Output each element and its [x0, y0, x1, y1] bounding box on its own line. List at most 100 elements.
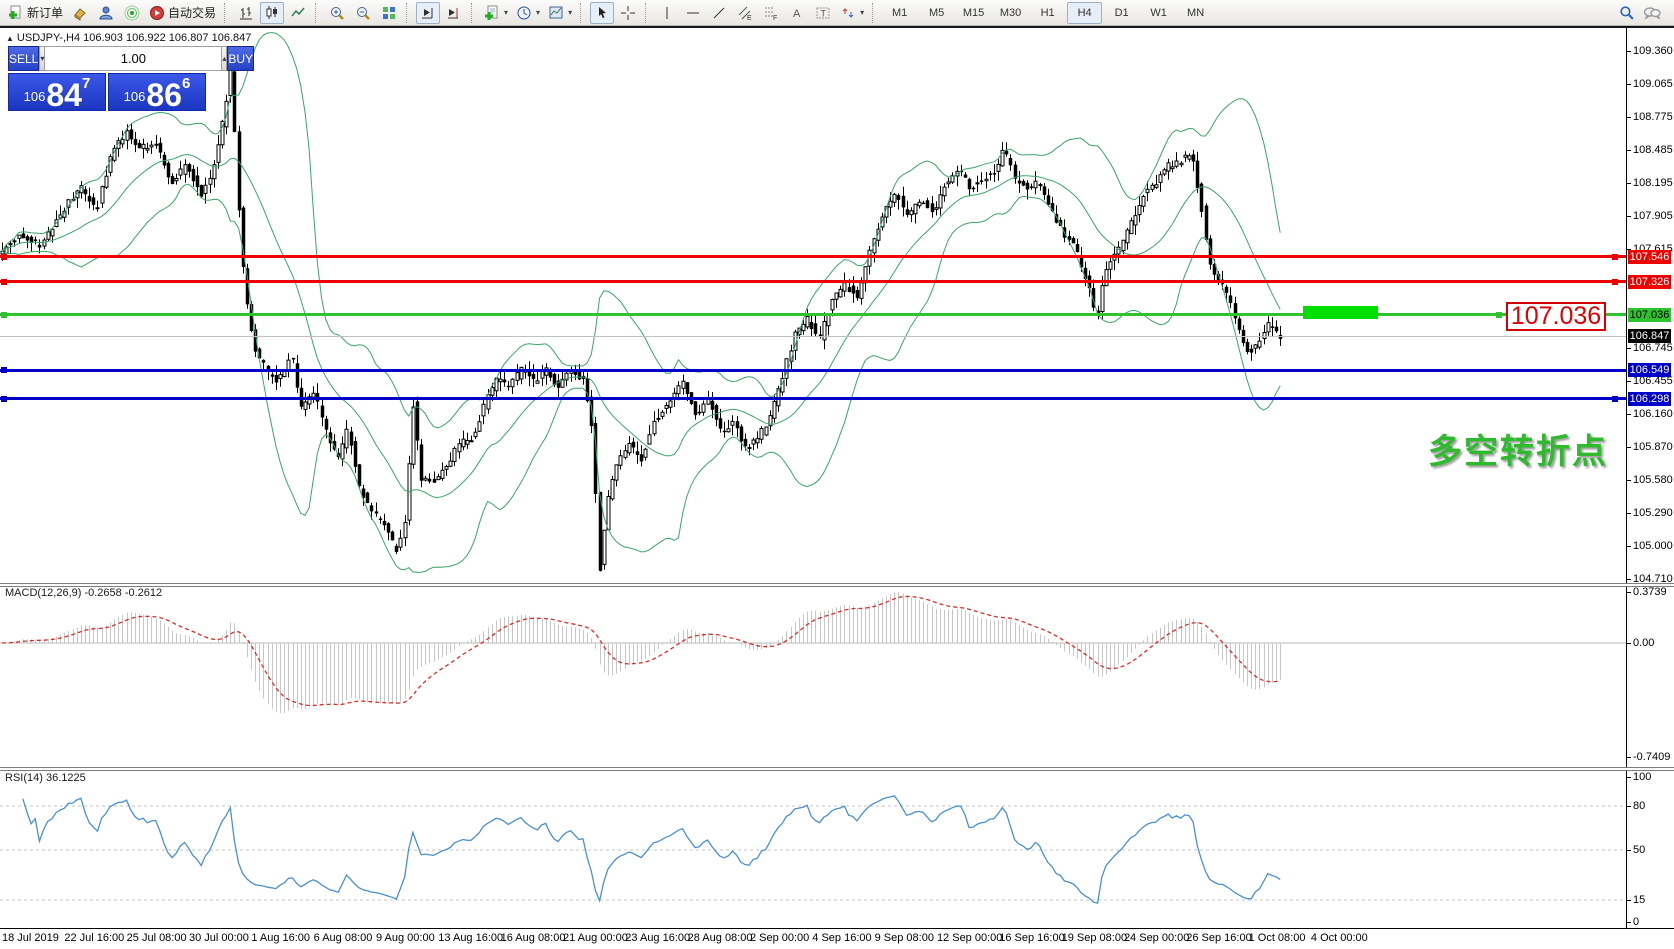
chat-button[interactable] — [1640, 2, 1664, 24]
time-tick-label: 1 Aug 16:00 — [251, 932, 310, 944]
sell-price-sup: 7 — [82, 75, 90, 92]
zoom-in-button[interactable] — [325, 2, 349, 24]
horizontal-line[interactable] — [0, 255, 1626, 258]
price-tick-label: 105.580 — [1633, 474, 1673, 486]
timeframe-button-d1[interactable]: D1 — [1104, 2, 1139, 24]
channel-icon: E — [737, 5, 753, 21]
macd-tick-mark — [1626, 643, 1631, 644]
dropdown-caret-icon: ▾ — [504, 8, 508, 17]
macd-tick-label: 0.00 — [1633, 637, 1654, 649]
macd-panel-splitter[interactable] — [0, 583, 1674, 587]
arrows-icon — [840, 5, 856, 21]
volume-input[interactable] — [45, 46, 221, 71]
sell-price-display[interactable]: 106847 — [8, 73, 106, 111]
search-button[interactable] — [1614, 2, 1638, 24]
sell-button[interactable]: SELL — [8, 46, 39, 71]
timeframe-button-h1[interactable]: H1 — [1030, 2, 1065, 24]
line-price-label: 107.036 — [1628, 308, 1671, 322]
buy-price-sup: 6 — [182, 75, 190, 92]
price-chart-canvas[interactable] — [0, 0, 1674, 949]
rsi-panel-splitter[interactable] — [0, 767, 1674, 771]
line-handle[interactable] — [1612, 396, 1618, 402]
highlight-rectangle[interactable] — [1303, 306, 1378, 319]
vertical-line-button[interactable] — [655, 2, 679, 24]
rsi-tick-label: 50 — [1633, 844, 1645, 856]
macd-tick-label: -0.7409 — [1633, 751, 1670, 763]
templates-button[interactable]: ▾ — [545, 2, 575, 24]
toolbar-separator — [580, 3, 585, 23]
macd-indicator-label: MACD(12,26,9) -0.2658 -0.2612 — [5, 587, 162, 599]
bar-chart-button[interactable] — [234, 2, 258, 24]
price-callout-box[interactable]: 107.036 — [1506, 302, 1606, 331]
periods-button[interactable]: ▾ — [513, 2, 543, 24]
symbol-ohlc-text: USDJPY-,H4 106.903 106.922 106.807 106.8… — [17, 32, 251, 44]
timeframe-button-m1[interactable]: M1 — [882, 2, 917, 24]
equidistant-channel-button[interactable]: E — [733, 2, 757, 24]
trendline-icon — [711, 5, 727, 21]
auto-trading-icon — [149, 5, 165, 21]
line-handle[interactable] — [1, 254, 7, 260]
horizontal-line[interactable] — [0, 369, 1626, 372]
time-tick-label: 1 Oct 08:00 — [1249, 932, 1306, 944]
line-price-label: 106.549 — [1628, 363, 1671, 377]
toolbar-separator — [471, 3, 476, 23]
signals-button[interactable] — [120, 2, 144, 24]
trendline-button[interactable] — [707, 2, 731, 24]
tile-windows-button[interactable] — [377, 2, 401, 24]
chart-shift-icon — [446, 5, 462, 21]
buy-button[interactable]: BUY — [227, 46, 254, 71]
line-handle[interactable] — [1, 396, 7, 402]
timeframe-button-m5[interactable]: M5 — [919, 2, 954, 24]
time-tick-label: 24 Sep 00:00 — [1124, 932, 1189, 944]
time-tick-label: 9 Sep 08:00 — [875, 932, 934, 944]
rsi-tick-label: 100 — [1633, 771, 1651, 783]
line-chart-button[interactable] — [286, 2, 310, 24]
symbol-header: ▲USDJPY-,H4 106.903 106.922 106.807 106.… — [6, 32, 251, 44]
collapse-triangle-icon[interactable]: ▲ — [6, 34, 14, 43]
line-handle[interactable] — [1612, 279, 1618, 285]
toolbar-separator — [315, 3, 320, 23]
time-tick-label: 18 Jul 2019 — [2, 932, 59, 944]
line-handle[interactable] — [1496, 312, 1502, 318]
auto-scroll-button[interactable] — [416, 2, 440, 24]
horizontal-line[interactable] — [0, 313, 1626, 316]
arrows-button[interactable]: ▾ — [837, 2, 867, 24]
rsi-tick-label: 0 — [1633, 916, 1639, 928]
cursor-button[interactable] — [590, 2, 614, 24]
profile-button[interactable] — [94, 2, 118, 24]
rsi-tick-mark — [1626, 850, 1631, 851]
spin-down-icon: ▾ — [40, 54, 44, 63]
line-handle[interactable] — [1, 312, 7, 318]
price-tick-label: 109.065 — [1633, 78, 1673, 90]
buy-price-display[interactable]: 106866 — [108, 73, 206, 111]
horizontal-line-button[interactable] — [681, 2, 705, 24]
annotation-text[interactable]: 多空转折点 — [1428, 424, 1608, 473]
chart-shift-button[interactable] — [442, 2, 466, 24]
horizontal-line[interactable] — [0, 397, 1626, 400]
editor-button[interactable] — [68, 2, 92, 24]
bar-chart-icon — [238, 5, 254, 21]
timeframe-button-m15[interactable]: M15 — [956, 2, 991, 24]
auto-trading-button[interactable]: 自动交易 — [146, 2, 219, 24]
timeframe-button-h4[interactable]: H4 — [1067, 2, 1102, 24]
fibonacci-button[interactable]: F — [759, 2, 783, 24]
zoom-out-button[interactable] — [351, 2, 375, 24]
timeframe-button-w1[interactable]: W1 — [1141, 2, 1176, 24]
crosshair-button[interactable] — [616, 2, 640, 24]
text-button[interactable]: A — [785, 2, 809, 24]
line-handle[interactable] — [1612, 254, 1618, 260]
text-label-button[interactable]: T — [811, 2, 835, 24]
horizontal-line[interactable] — [0, 280, 1626, 283]
line-handle[interactable] — [1, 279, 7, 285]
price-tick-mark — [1626, 513, 1631, 514]
macd-tick-label: 0.3739 — [1633, 586, 1667, 598]
timeframe-button-m30[interactable]: M30 — [993, 2, 1028, 24]
candlestick-button[interactable] — [260, 2, 284, 24]
indicators-icon — [484, 5, 500, 21]
time-tick-label: 12 Sep 00:00 — [937, 932, 1002, 944]
line-handle[interactable] — [1, 367, 7, 373]
timeframe-button-mn[interactable]: MN — [1178, 2, 1213, 24]
indicators-button[interactable]: ▾ — [481, 2, 511, 24]
new-order-button[interactable]: 新订单 — [5, 2, 66, 24]
auto-scroll-icon — [420, 5, 436, 21]
